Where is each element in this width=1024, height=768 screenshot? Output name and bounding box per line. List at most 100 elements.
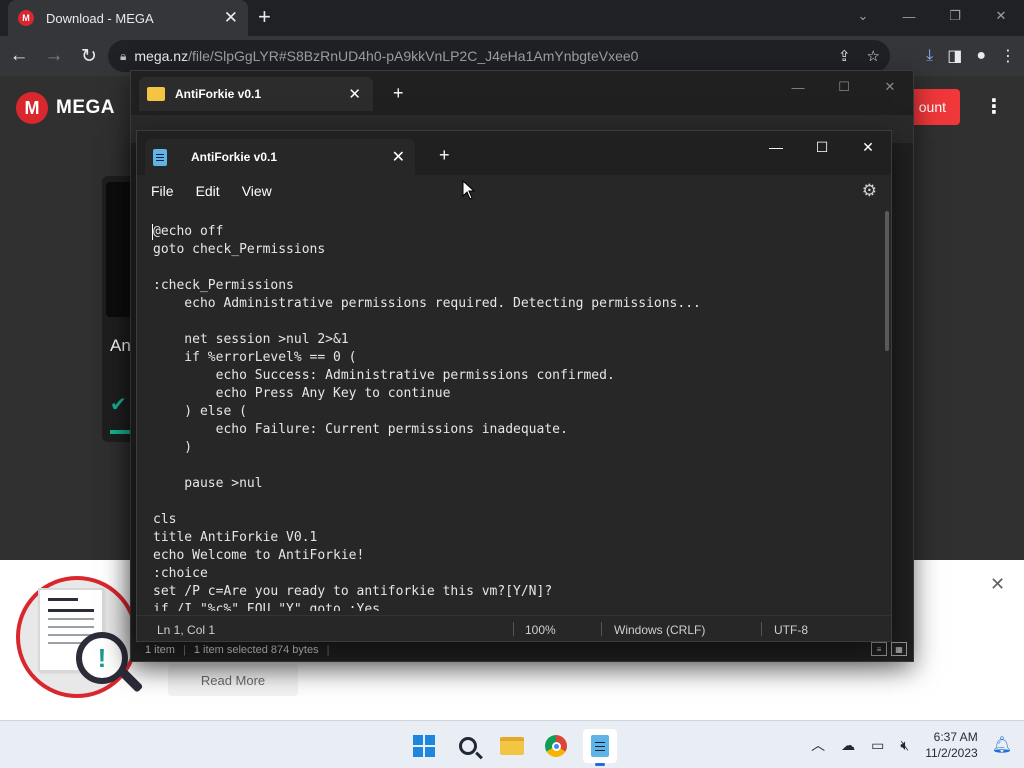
chrome-window-controls: ⌄ — ❐ ✕ [840,0,1024,32]
windows-start-icon [413,735,435,757]
notepad-icon [153,148,167,166]
notepad-tab-title: AntiForkie v0.1 [191,150,278,164]
download-icon[interactable]: ⤓ [926,47,933,65]
notepad-tab-close-icon[interactable]: ✕ [392,147,405,167]
chrome-tab-search-icon[interactable]: ⌄ [840,0,886,32]
notepad-menubar: File Edit View ⚙ [137,175,891,207]
notepad-maximize-button[interactable]: ☐ [799,133,845,161]
menu-file[interactable]: File [143,183,182,199]
back-arrow-icon[interactable]: ← [3,40,35,72]
read-more-button[interactable]: Read More [168,664,298,696]
notepad-text-editor[interactable]: @echo off goto check_Permissions :check_… [137,207,891,611]
share-icon[interactable]: ⇪ [838,47,851,65]
mega-logo[interactable]: M MEGA [16,92,115,124]
chrome-tabbar: M Download - MEGA ✕ + ⌄ — ❐ ✕ [0,0,1024,36]
explorer-new-tab-button[interactable]: + [393,83,404,104]
notepad-window: AntiForkie v0.1 ✕ + — ☐ ✕ File Edit View… [136,130,892,642]
editor-content[interactable]: @echo off goto check_Permissions :check_… [153,223,701,611]
file-explorer-icon [500,737,524,755]
clock-time: 6:37 AM [933,730,978,744]
notepad-status-bar: Ln 1, Col 1 100% Windows (CRLF) UTF-8 [137,615,891,641]
mega-check-icon: ✔ [110,394,127,416]
windows-taskbar: ︿ ☁ ▭ 🔇︎ 6:37 AM 11/2/2023 🔔︎ [0,720,1024,768]
omnibox-actions: ⇪ ☆ [838,40,880,72]
zoom-level[interactable]: 100% [525,623,556,637]
chrome-tab-close-icon[interactable]: ✕ [224,8,238,28]
explorer-view-toggle: ≡ ▦ [871,642,907,656]
notification-bell-icon[interactable]: 🔔︎ [992,735,1012,755]
chrome-icon [545,735,567,757]
network-icon[interactable]: ▭ [871,737,884,754]
taskbar-chrome[interactable] [539,729,573,763]
explorer-close-button[interactable]: ✕ [867,75,913,99]
notepad-new-tab-button[interactable]: + [439,145,450,166]
mega-logo-icon: M [16,92,48,124]
notepad-icon [591,735,609,757]
explorer-tab[interactable]: AntiForkie v0.1 ✕ [139,77,373,111]
system-tray: ︿ ☁ ▭ 🔇︎ 6:37 AM 11/2/2023 🔔︎ [811,721,1024,768]
reload-icon[interactable]: ↻ [73,40,105,72]
taskbar-file-explorer[interactable] [495,729,529,763]
chrome-minimize-button[interactable]: — [886,0,932,32]
notepad-tab[interactable]: AntiForkie v0.1 ✕ [145,139,415,175]
profile-icon[interactable]: ● [976,47,986,65]
explorer-status-bar: 1 item | 1 item selected 874 bytes | [131,639,913,661]
notepad-window-controls: — ☐ ✕ [753,133,891,161]
forward-arrow-icon[interactable]: → [38,40,70,72]
tiles-view-icon[interactable]: ▦ [891,642,907,656]
chrome-toolbar-right: ⤓ ◨ ● ⋮ [926,40,1016,72]
mega-file-name: An [110,336,131,355]
details-view-icon[interactable]: ≡ [871,642,887,656]
explorer-item-count: 1 item [145,644,175,656]
explorer-minimize-button[interactable]: — [775,75,821,99]
explorer-tab-close-icon[interactable]: ✕ [348,85,361,103]
chrome-new-tab-button[interactable]: + [258,4,271,30]
taskbar-search-button[interactable] [451,729,485,763]
settings-gear-icon[interactable]: ⚙ [862,181,877,201]
chrome-tab-mega[interactable]: M Download - MEGA ✕ [8,0,248,36]
menu-edit[interactable]: Edit [188,183,228,199]
text-caret [152,224,153,240]
chrome-restore-button[interactable]: ❐ [932,0,978,32]
clock-date: 11/2/2023 [925,746,978,760]
encoding[interactable]: UTF-8 [774,623,808,637]
explorer-selected-info: 1 item selected 874 bytes [193,644,319,656]
mouse-cursor-icon [462,180,476,200]
explorer-window-controls: — ☐ ✕ [775,75,913,99]
status-divider [761,622,762,636]
url-path: /file/SlpGgLYR#S8BzRnUD4h0-pA9kkVnLP2C_J… [188,48,639,64]
status-divider [513,622,514,636]
mega-progress-bar [110,430,130,434]
address-url: mega.nz/file/SlpGgLYR#S8BzRnUD4h0-pA9kkV… [134,48,638,64]
chrome-close-button[interactable]: ✕ [978,0,1024,32]
cursor-position: Ln 1, Col 1 [157,623,216,637]
status-separator: | [182,644,186,656]
status-separator: | [326,644,330,656]
editor-scrollbar[interactable] [885,211,889,351]
explorer-tab-title: AntiForkie v0.1 [175,87,262,101]
notepad-titlebar: AntiForkie v0.1 ✕ + — ☐ ✕ [137,131,891,175]
tray-overflow-chevron-icon[interactable]: ︿ [811,735,825,755]
menu-view[interactable]: View [234,183,280,199]
status-divider [601,622,602,636]
mega-favicon-icon: M [18,10,34,26]
notepad-close-button[interactable]: ✕ [845,133,891,161]
taskbar-clock[interactable]: 6:37 AM 11/2/2023 [925,729,978,761]
line-ending[interactable]: Windows (CRLF) [614,623,705,637]
bookmark-star-icon[interactable]: ☆ [867,47,880,65]
side-panel-icon[interactable]: ◨ [947,46,962,66]
url-host: mega.nz [134,48,189,64]
ad-close-icon[interactable]: ✕ [990,574,1005,595]
cloud-offline-icon[interactable]: ☁ [841,737,855,754]
explorer-maximize-button[interactable]: ☐ [821,75,867,99]
start-button[interactable] [407,729,441,763]
chrome-menu-icon[interactable]: ⋮ [1000,46,1016,66]
mega-menu-icon[interactable]: ⋮ [984,94,1004,119]
volume-muted-icon[interactable]: 🔇︎ [900,737,909,754]
mega-logo-text: MEGA [56,97,115,118]
notepad-minimize-button[interactable]: — [753,133,799,161]
address-bar[interactable]: 🔒︎ mega.nz/file/SlpGgLYR#S8BzRnUD4h0-pA9… [108,40,890,72]
lock-icon[interactable]: 🔒︎ [120,49,126,64]
search-icon [459,737,477,755]
taskbar-notepad[interactable] [583,729,617,766]
